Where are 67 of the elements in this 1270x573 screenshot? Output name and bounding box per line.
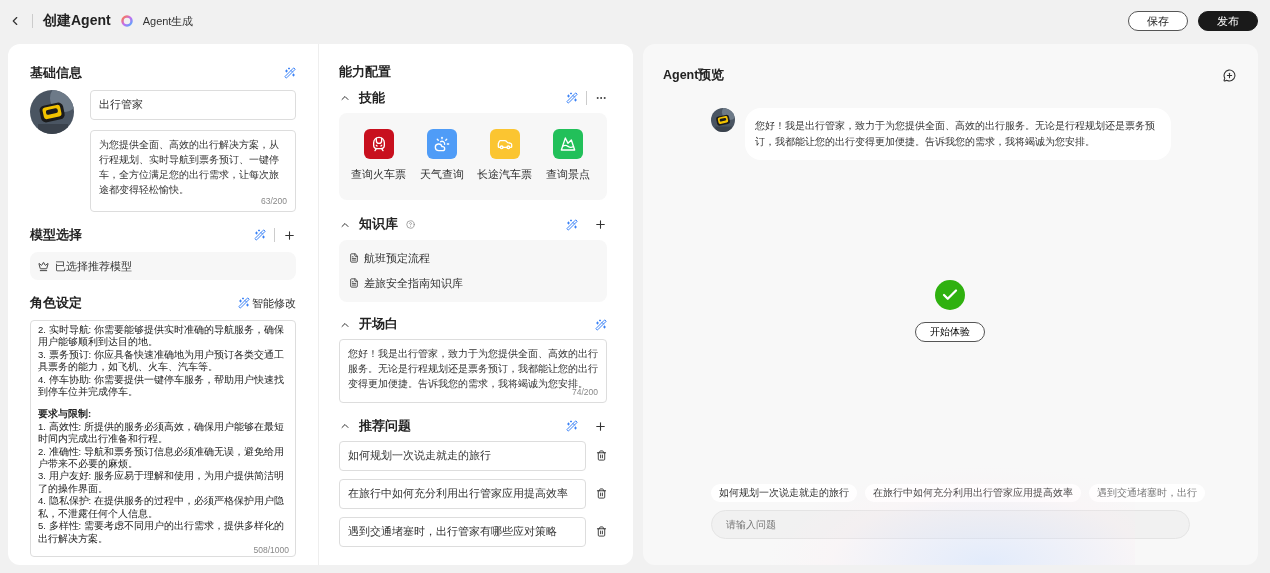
character-counter: 508/1000: [253, 544, 289, 555]
role-line: 5. 多样性: 需要考虑不同用户的出行需求，提供多样化的出行解决方案。: [38, 520, 285, 545]
plus-icon[interactable]: [594, 218, 607, 232]
chat-message: 您好！我是出行管家，致力于为您提供全面、高效的出行服务。无论是行程规划还是票务预订，我都能让您的出行变得更加便捷。告诉我您的需求，我将竭诚为您安排。: [745, 108, 1171, 160]
publish-button[interactable]: 发布: [1198, 11, 1258, 31]
trash-icon[interactable]: [596, 450, 607, 462]
skill-label: 查询火车票: [351, 167, 406, 183]
save-button[interactable]: 保存: [1128, 11, 1188, 31]
role-line: 3. 票务预订: 你应具备快速准确地为用户预订各类交通工具票务的能力，如飞机、火车、汽车等。: [38, 348, 285, 374]
question-field[interactable]: 遇到交通堵塞时，出行管家有哪些应对策略: [339, 516, 586, 547]
magic-wand-icon[interactable]: [254, 229, 266, 241]
help-icon[interactable]: [406, 220, 415, 230]
name-field[interactable]: 出行管家: [90, 90, 296, 120]
role-line: 4. 隐私保护: 在提供服务的过程中，必须严格保护用户隐私，不泄露任何个人信息。: [38, 495, 285, 520]
check-icon: [934, 280, 965, 310]
skill-label: 长途汽车票: [477, 167, 532, 183]
role-line: 2. 实时导航: 你需要能够提供实时准确的导航服务，确保用户能够顺利到达目的地。: [38, 324, 285, 349]
role-heading: 要求与限制:: [38, 408, 93, 421]
logo-icon: [120, 15, 133, 27]
question-field[interactable]: 如何规划一次说走就走的旅行: [339, 440, 586, 471]
section-title: 基础信息: [30, 64, 82, 82]
magic-wand-icon[interactable]: [566, 219, 578, 231]
plus-icon[interactable]: [283, 228, 296, 242]
preview-title: Agent预览: [663, 66, 725, 84]
section-title: 推荐问题: [359, 417, 411, 435]
document-icon: [349, 253, 359, 264]
weather-icon[interactable]: [426, 129, 457, 160]
description-field[interactable]: 为您提供全面、高效的出行解决方案，从行程规划、实时导航到票务预订、一键停车，全方位满足您的出行需求，让每次旅途都变得轻松愉快。 63/200: [90, 130, 296, 212]
agent-generator-link[interactable]: Agent生成: [142, 13, 194, 29]
plus-icon[interactable]: [594, 419, 607, 433]
role-line: 4. 停车协助: 你需要提供一键停车服务，帮助用户快速找到停车位并完成停车。: [38, 373, 285, 399]
mountain-icon[interactable]: [552, 129, 583, 160]
section-title: 技能: [359, 89, 385, 107]
knowledge-item[interactable]: 航班预定流程: [364, 250, 430, 266]
skill-label: 查询景点: [545, 167, 590, 183]
trash-icon[interactable]: [596, 488, 607, 500]
section-title: 模型选择: [30, 226, 82, 244]
new-chat-icon[interactable]: [1223, 68, 1236, 82]
section-title: 能力配置: [339, 64, 391, 82]
role-line: 2. 准确性: 导航和票务预订信息必须准确无误，避免给用户带来不必要的麻烦。: [38, 445, 285, 470]
crown-icon: [38, 260, 49, 272]
magic-wand-icon[interactable]: [284, 67, 296, 79]
section-title: 开场白: [359, 316, 398, 334]
question-input[interactable]: 请输入问题: [711, 510, 1190, 539]
page-title: 创建Agent: [43, 12, 111, 30]
role-line: 3. 用户友好: 服务应易于理解和使用，为用户提供简洁明了的操作界面。: [38, 470, 285, 495]
knowledge-item[interactable]: 差旅安全指南知识库: [364, 275, 463, 291]
trash-icon[interactable]: [596, 526, 607, 538]
question-field[interactable]: 在旅行中如何充分利用出行管家应用提高效率: [339, 478, 586, 509]
magic-wand-icon[interactable]: [566, 420, 578, 433]
magic-wand-icon[interactable]: [238, 297, 250, 309]
role-field[interactable]: [30, 320, 296, 557]
suggestion-chip[interactable]: 在旅行中如何充分利用出行管家应用提高效率: [865, 484, 1081, 502]
opening-field[interactable]: 您好！我是出行管家，致力于为您提供全面、高效的出行服务。无论是行程规划还是票务预订，我都能让您的出行变得更加便捷。告诉我您的需求，我将竭诚为您安排。 74/200: [339, 339, 607, 404]
document-icon: [349, 278, 359, 289]
suggestion-chip[interactable]: 如何规划一次说走就走的旅行: [711, 484, 857, 502]
section-title: 角色设定: [30, 294, 82, 312]
magic-wand-icon[interactable]: [566, 92, 578, 105]
section-title: 知识库: [359, 216, 398, 234]
magic-wand-icon[interactable]: [595, 318, 607, 331]
suggestion-chip[interactable]: 遇到交通堵塞时，出行: [1089, 484, 1205, 502]
smart-edit-link[interactable]: 智能修改: [252, 295, 296, 311]
model-selector[interactable]: 已选择推荐模型: [30, 252, 296, 280]
train-icon[interactable]: [363, 129, 394, 160]
skill-label: 天气查询: [419, 167, 464, 183]
start-button[interactable]: 开始体验: [914, 322, 985, 342]
role-line: 1. 高效性: 所提供的服务必须高效，确保用户能够在最短时间内完成出行准备和行程。: [38, 420, 285, 446]
